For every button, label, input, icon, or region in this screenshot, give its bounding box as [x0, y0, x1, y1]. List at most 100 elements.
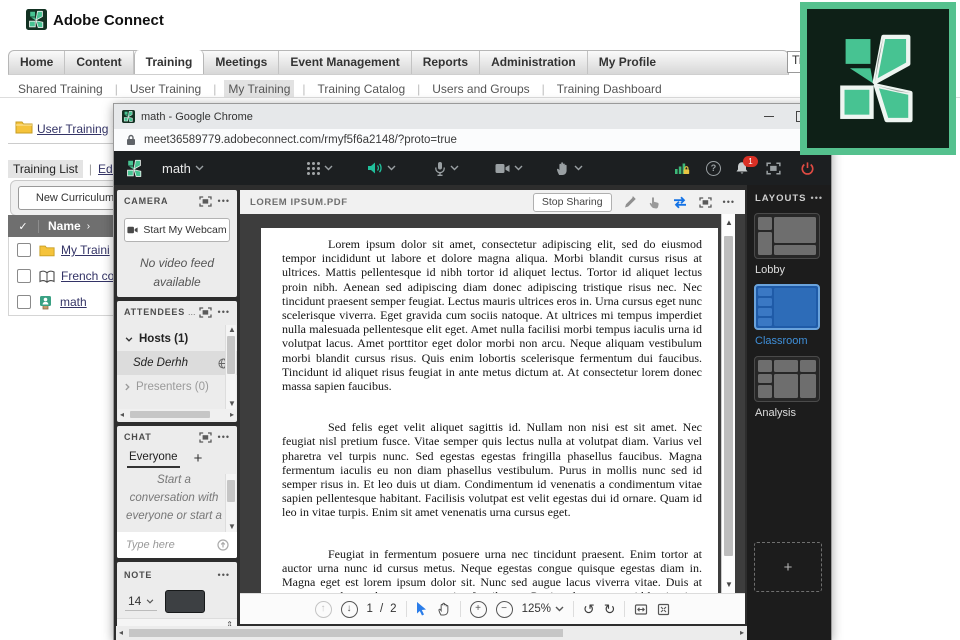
row-link-my-training[interactable]: My Traini: [61, 243, 110, 257]
subnav-user-training[interactable]: User Training: [126, 80, 205, 98]
meeting-horizontal-scrollbar[interactable]: ◂ ▸: [116, 626, 747, 640]
subnav-my-training[interactable]: My Training: [224, 80, 295, 98]
scrollbar-thumb[interactable]: [227, 480, 235, 502]
row-checkbox[interactable]: [17, 295, 31, 309]
stop-sharing-button[interactable]: Stop Sharing: [532, 192, 612, 212]
row-checkbox[interactable]: [17, 243, 31, 257]
scroll-down-icon[interactable]: ▼: [228, 400, 236, 408]
page-down-button[interactable]: ↓: [340, 600, 358, 618]
page-up-button[interactable]: ↑: [314, 600, 332, 618]
breadcrumb-user-training[interactable]: User Training: [37, 122, 108, 136]
layout-label-analysis[interactable]: Analysis: [755, 407, 796, 419]
pod-menu-icon[interactable]: •••: [218, 570, 230, 580]
hosts-group-row[interactable]: Hosts (1): [117, 327, 237, 351]
layout-thumb-lobby[interactable]: [754, 213, 820, 259]
scrollbar-thumb[interactable]: [724, 236, 733, 556]
emoticon-icon[interactable]: [217, 539, 229, 551]
select-all-check[interactable]: ✓: [8, 219, 39, 233]
help-button[interactable]: ?: [706, 151, 721, 185]
page-current[interactable]: 1: [367, 603, 373, 615]
tab-home[interactable]: Home: [9, 51, 66, 74]
attendees-vertical-scrollbar[interactable]: ▲ ▼: [225, 325, 236, 409]
microphone-button[interactable]: [434, 151, 459, 185]
webcam-button[interactable]: [495, 151, 523, 185]
layouts-menu-icon[interactable]: •••: [811, 194, 823, 203]
row-checkbox[interactable]: [17, 269, 31, 283]
sync-arrows-icon[interactable]: [672, 196, 688, 209]
pointer-hand-icon[interactable]: [648, 195, 661, 209]
raise-hand-button[interactable]: [556, 151, 583, 185]
tab-training[interactable]: Training: [133, 50, 205, 74]
row-link-french-course[interactable]: French co: [61, 269, 114, 283]
layout-thumb-classroom[interactable]: [754, 284, 820, 330]
scroll-up-icon[interactable]: ▲: [725, 218, 733, 227]
draw-pencil-icon[interactable]: [623, 195, 637, 209]
attendees-horizontal-scrollbar[interactable]: ◂ ▸: [118, 409, 236, 420]
presenters-group-row[interactable]: Presenters (0): [117, 375, 237, 399]
fit-width-icon[interactable]: [634, 603, 648, 616]
scrollbar-thumb[interactable]: [130, 411, 210, 418]
pod-menu-icon[interactable]: •••: [723, 197, 735, 207]
pod-menu-icon[interactable]: •••: [218, 307, 230, 317]
tab-my-profile[interactable]: My Profile: [588, 51, 667, 74]
meeting-logo[interactable]: [124, 151, 145, 185]
add-layout-button[interactable]: +: [754, 542, 822, 592]
scroll-right-icon[interactable]: ▸: [230, 410, 234, 419]
select-cursor-icon[interactable]: [416, 602, 429, 616]
font-color-swatch[interactable]: [165, 590, 206, 613]
scroll-up-icon[interactable]: ▲: [228, 326, 236, 334]
row-link-math[interactable]: math: [60, 295, 87, 309]
undo-button[interactable]: ↺: [583, 602, 595, 616]
subnav-training-catalog[interactable]: Training Catalog: [314, 80, 410, 98]
attendee-row[interactable]: Sde Derhh: [117, 351, 237, 375]
scroll-left-icon[interactable]: ◂: [119, 629, 123, 637]
start-webcam-button[interactable]: Start My Webcam: [124, 218, 230, 242]
speaker-button[interactable]: [367, 151, 396, 185]
tab-event-management[interactable]: Event Management: [279, 51, 412, 74]
scroll-left-icon[interactable]: ◂: [120, 410, 124, 419]
layout-thumb-analysis[interactable]: [754, 356, 820, 402]
pod-menu-icon[interactable]: •••: [218, 196, 230, 206]
subnav-users-and-groups[interactable]: Users and Groups: [428, 80, 533, 98]
redo-button[interactable]: ↻: [604, 602, 616, 616]
pod-expand-icon[interactable]: [698, 196, 712, 208]
training-list-label[interactable]: Training List: [8, 160, 83, 178]
scroll-down-icon[interactable]: ▼: [725, 580, 733, 589]
layout-label-classroom[interactable]: Classroom: [755, 335, 808, 347]
tab-content[interactable]: Content: [65, 51, 134, 74]
pod-expand-icon[interactable]: [198, 306, 212, 318]
scrollbar-thumb[interactable]: [129, 629, 563, 637]
zoom-level-dropdown[interactable]: 125%: [522, 603, 564, 615]
room-menu[interactable]: math: [162, 151, 204, 185]
pod-expand-icon[interactable]: [198, 195, 212, 207]
subnav-shared-training[interactable]: Shared Training: [14, 80, 107, 98]
scroll-right-icon[interactable]: ▸: [740, 629, 744, 637]
document-vertical-scrollbar[interactable]: ▲ ▼: [721, 214, 735, 593]
add-chat-tab-button[interactable]: +: [194, 450, 203, 467]
minimize-button[interactable]: [754, 104, 784, 128]
pod-expand-icon[interactable]: [198, 431, 212, 443]
exit-button[interactable]: [800, 151, 815, 185]
fullscreen-button[interactable]: [766, 151, 781, 185]
tab-meetings[interactable]: Meetings: [204, 51, 280, 74]
scrollbar-thumb[interactable]: [227, 336, 235, 374]
pods-menu-button[interactable]: [307, 151, 333, 185]
url-text[interactable]: meet36589779.adobeconnect.com/rmyf5f6a21…: [144, 134, 457, 146]
fit-page-icon[interactable]: [657, 603, 670, 616]
connection-status-button[interactable]: [674, 151, 690, 185]
pod-menu-icon[interactable]: •••: [218, 432, 230, 442]
chrome-titlebar[interactable]: math - Google Chrome: [114, 104, 831, 129]
chrome-urlbar[interactable]: meet36589779.adobeconnect.com/rmyf5f6a21…: [114, 129, 831, 152]
subnav-training-dashboard[interactable]: Training Dashboard: [553, 80, 666, 98]
chat-vertical-scrollbar[interactable]: ▼: [225, 474, 236, 532]
zoom-out-button[interactable]: −: [495, 600, 513, 618]
scroll-down-icon[interactable]: ▼: [228, 523, 236, 531]
chat-input[interactable]: Type here: [117, 532, 237, 558]
layout-label-lobby[interactable]: Lobby: [755, 264, 785, 276]
notifications-button[interactable]: 1: [734, 151, 758, 185]
tab-administration[interactable]: Administration: [480, 51, 588, 74]
name-column-header[interactable]: Name: [39, 219, 81, 233]
zoom-in-button[interactable]: +: [469, 600, 487, 618]
tab-reports[interactable]: Reports: [412, 51, 481, 74]
pan-hand-icon[interactable]: [437, 602, 451, 616]
